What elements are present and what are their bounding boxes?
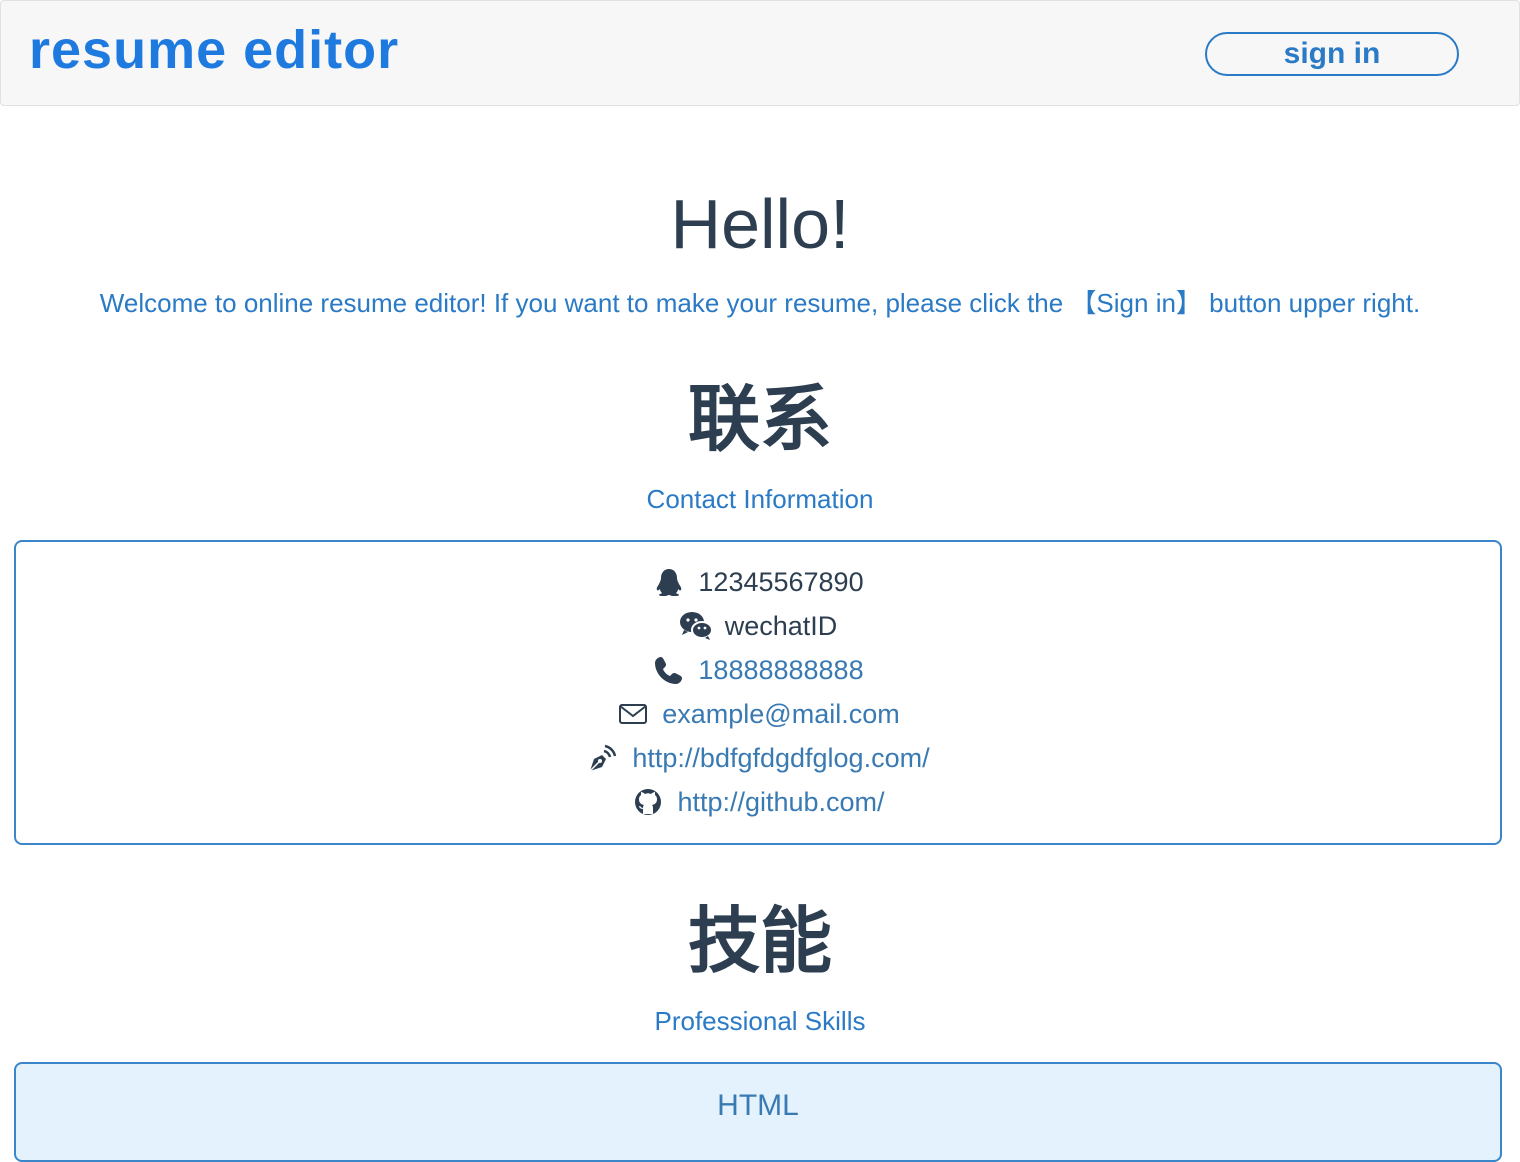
- skill-card: HTML: [14, 1062, 1502, 1162]
- sign-in-button[interactable]: sign in: [1205, 32, 1459, 76]
- mail-icon: [616, 697, 650, 731]
- blog-pen-icon: [586, 741, 620, 775]
- phone-number-link[interactable]: 18888888888: [698, 648, 863, 692]
- qq-number: 12345567890: [698, 567, 864, 597]
- contact-phone-row: 18888888888: [16, 648, 1500, 692]
- blog-link[interactable]: http://bdfgfdgdfglog.com/: [632, 736, 929, 780]
- contact-section-subtitle: Contact Information: [646, 484, 874, 514]
- contact-card: 12345567890 wechatID 18888888888 example…: [14, 540, 1502, 845]
- contact-wechat-row: wechatID: [16, 604, 1500, 648]
- contact-qq-row: 12345567890: [16, 560, 1500, 604]
- welcome-message: Welcome to online resume editor! If you …: [99, 288, 1421, 318]
- skill-name: HTML: [717, 1089, 799, 1122]
- github-icon: [631, 785, 665, 819]
- phone-icon: [652, 653, 686, 687]
- wechat-icon: [679, 609, 713, 643]
- email-link[interactable]: example@mail.com: [662, 692, 899, 736]
- greeting-heading: Hello!: [670, 185, 850, 263]
- top-navbar: resume editor sign in: [0, 0, 1520, 106]
- contact-github-row: http://github.com/: [16, 780, 1500, 824]
- contact-email-row: example@mail.com: [16, 692, 1500, 736]
- contact-section-title: 联系: [687, 380, 832, 460]
- qq-icon: [652, 565, 686, 599]
- github-link[interactable]: http://github.com/: [677, 780, 884, 824]
- brand-title[interactable]: resume editor: [29, 17, 399, 83]
- skills-section-subtitle: Professional Skills: [654, 1006, 866, 1036]
- contact-blog-row: http://bdfgfdgdfglog.com/: [16, 736, 1500, 780]
- skills-section-title: 技能: [687, 902, 832, 982]
- wechat-id: wechatID: [724, 611, 838, 641]
